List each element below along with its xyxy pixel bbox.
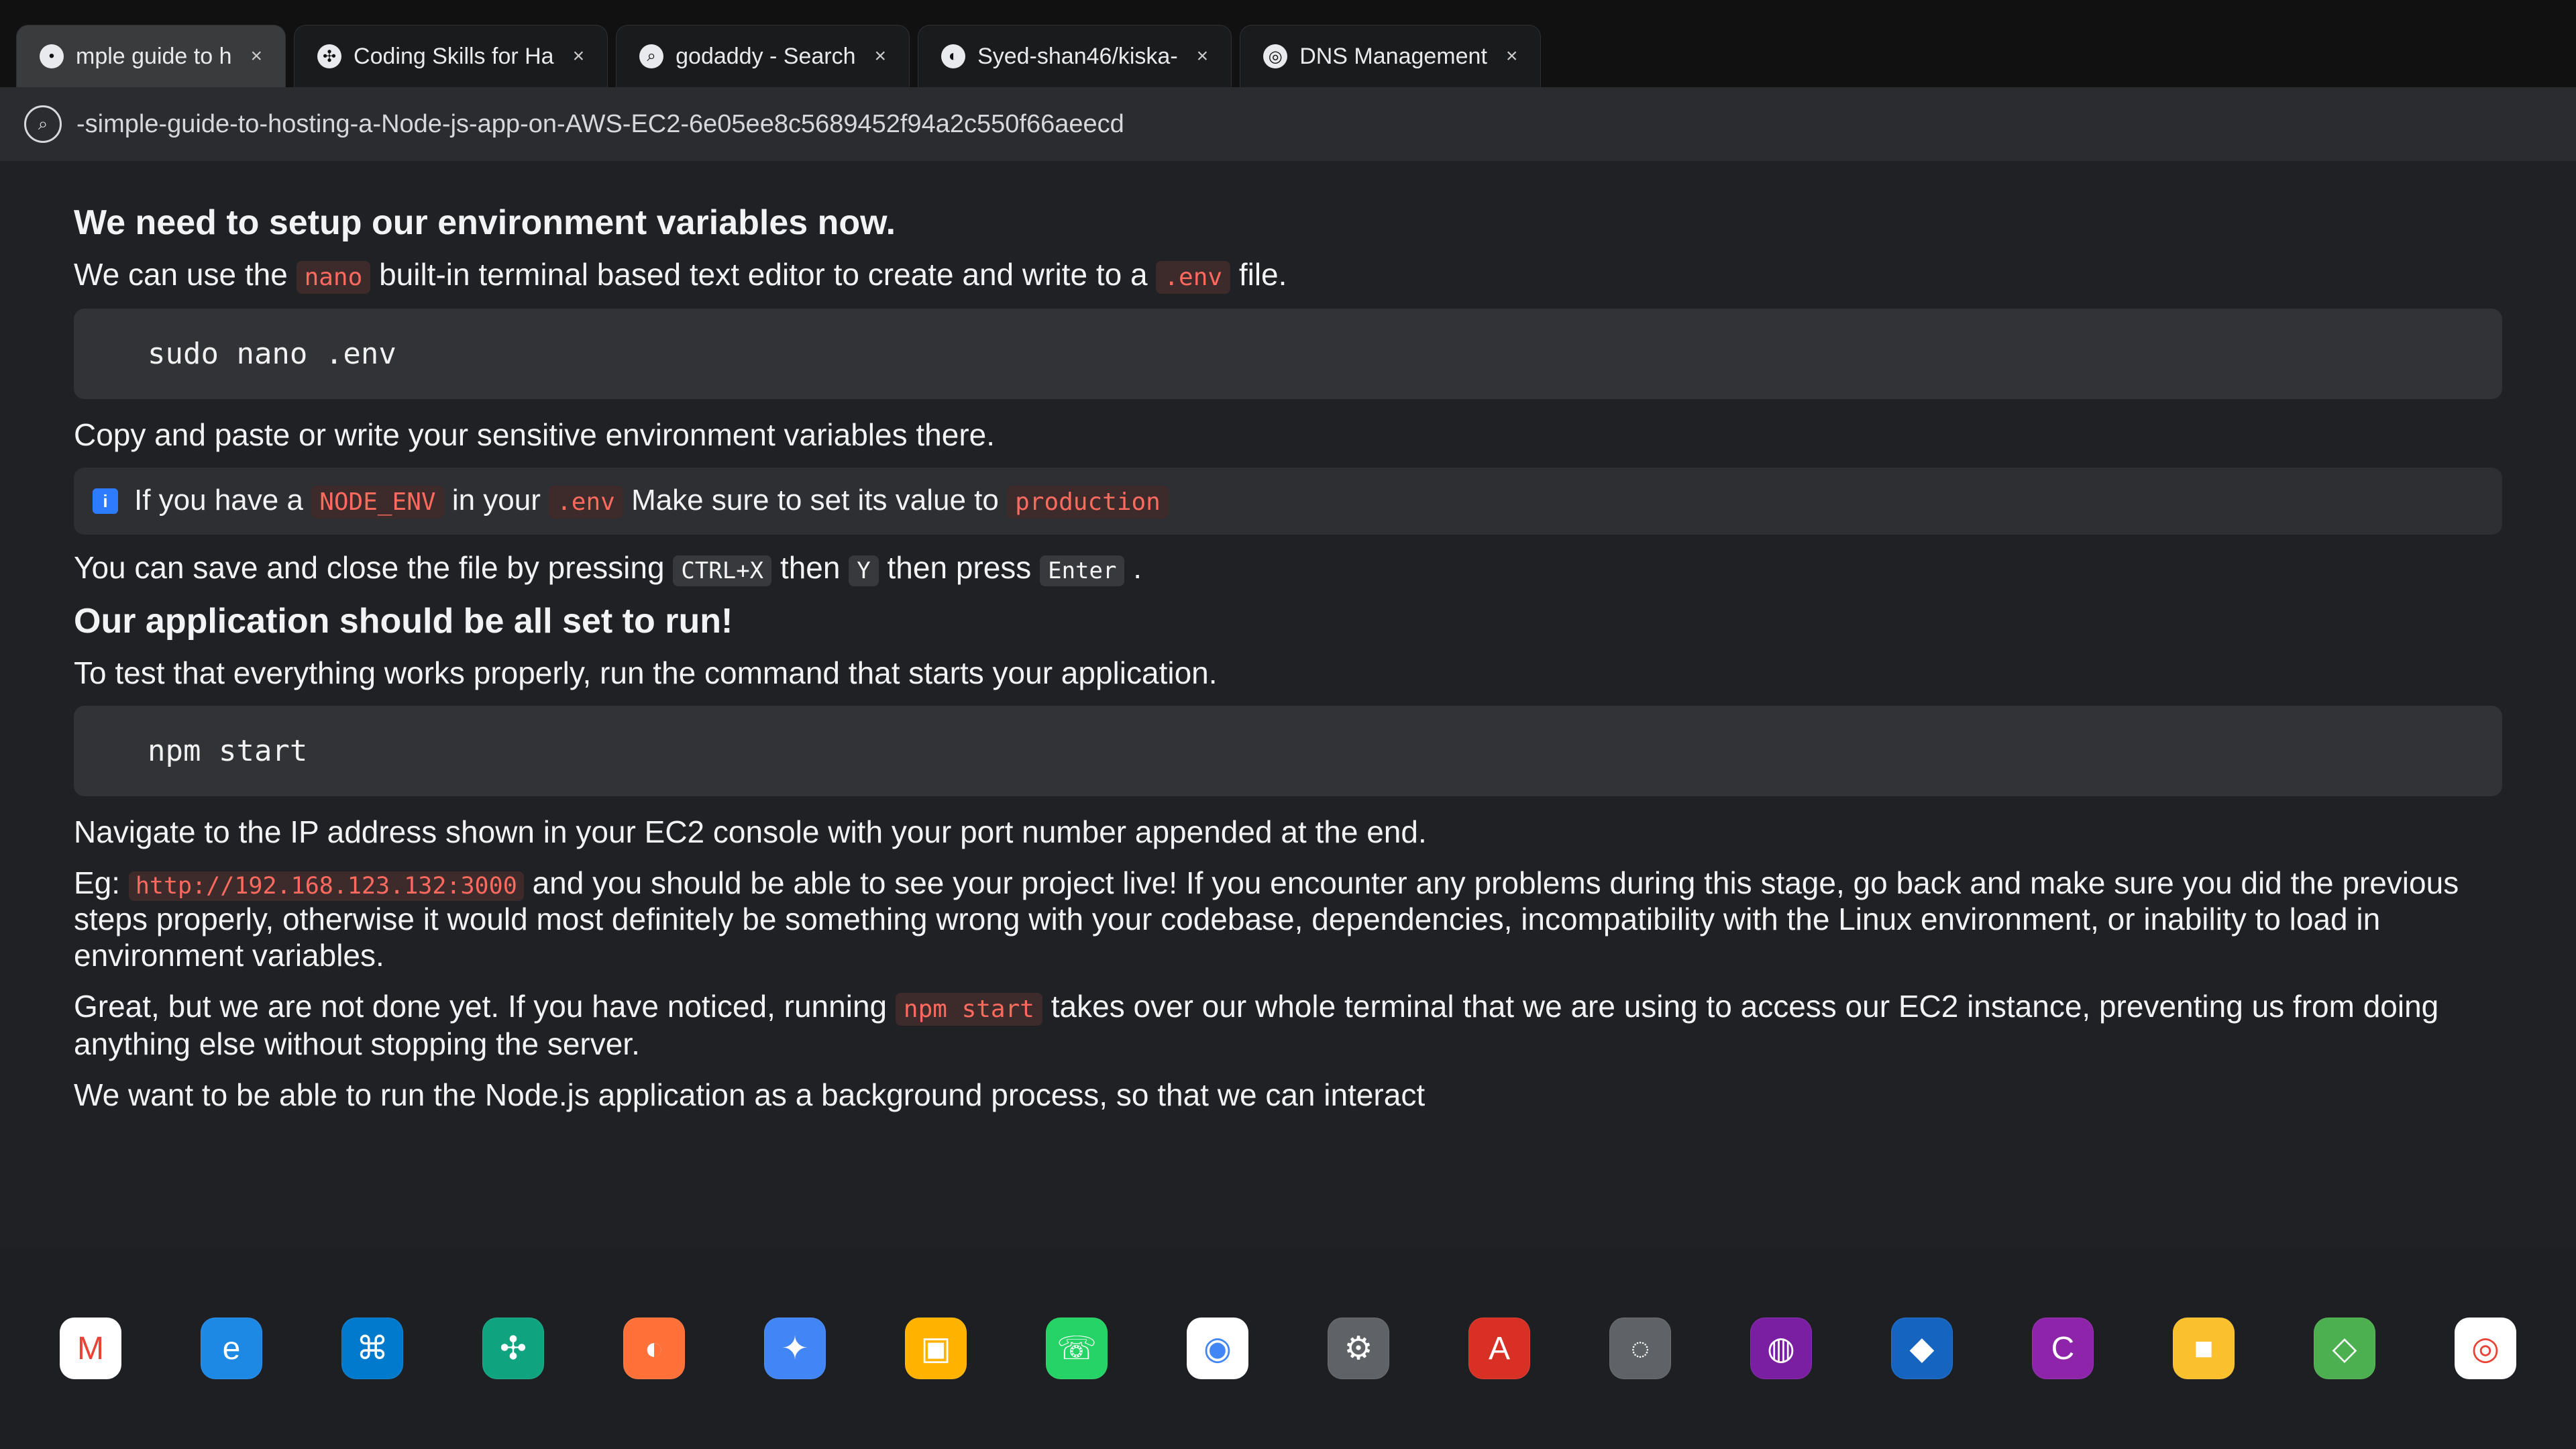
inline-url[interactable]: http://192.168.123.132:3000 xyxy=(128,871,524,901)
inline-code: .env xyxy=(549,486,623,519)
taskbar: M e ⌘ ✣ ◐ ✦ ▣ ☏ ◉ ⚙ A ◌ ◍ ◆ C ■ ◇ ◎ xyxy=(0,1248,2576,1449)
paragraph-text: Make sure to set its value to xyxy=(631,484,999,517)
close-icon[interactable]: × xyxy=(1506,45,1518,68)
chrome-profile-icon[interactable]: ◎ xyxy=(2455,1318,2516,1379)
team-icon[interactable]: ◍ xyxy=(1750,1318,1812,1379)
article-content: We need to setup our environment variabl… xyxy=(0,161,2576,1248)
tab-strip: • mple guide to h × ✣ Coding Skills for … xyxy=(0,0,2576,87)
paragraph: We can use the nano built-in terminal ba… xyxy=(74,256,2502,294)
openai-icon: ✣ xyxy=(317,44,342,68)
paragraph-text: Eg: xyxy=(74,865,121,900)
section-heading: We need to setup our environment variabl… xyxy=(74,203,896,242)
paragraph-text: Great, but we are not done yet. If you h… xyxy=(74,989,888,1024)
tab-label: Coding Skills for Ha xyxy=(354,43,554,69)
address-bar[interactable]: ⌕ -simple-guide-to-hosting-a-Node-js-app… xyxy=(0,87,2576,161)
inline-code: npm start xyxy=(895,993,1042,1026)
callout: i If you have a NODE_ENV in your .env Ma… xyxy=(74,468,2502,535)
canva-icon[interactable]: C xyxy=(2032,1318,2094,1379)
compass-icon[interactable]: ◌ xyxy=(1609,1318,1671,1379)
paragraph: Eg: http://192.168.123.132:3000 and you … xyxy=(74,865,2502,973)
paragraph-text: You can save and close the file by press… xyxy=(74,550,665,585)
paragraph: Great, but we are not done yet. If you h… xyxy=(74,988,2502,1062)
tab-github[interactable]: ◐ Syed-shan46/kiska- × xyxy=(918,25,1232,87)
screen-frame: • mple guide to h × ✣ Coding Skills for … xyxy=(0,0,2576,1449)
paragraph: We want to be able to run the Node.js ap… xyxy=(74,1077,1426,1112)
url-text: -simple-guide-to-hosting-a-Node-js-app-o… xyxy=(76,109,1124,138)
chatgpt-icon[interactable]: ✣ xyxy=(482,1318,544,1379)
close-icon[interactable]: × xyxy=(1197,45,1209,68)
vscode-icon[interactable]: ⌘ xyxy=(341,1318,403,1379)
tab-label: Syed-shan46/kiska- xyxy=(977,43,1178,69)
paragraph-text: We can use the xyxy=(74,257,288,292)
whatsapp-icon[interactable]: ☏ xyxy=(1046,1318,1108,1379)
godaddy-icon: ◎ xyxy=(1263,44,1288,68)
keyboard-key: Enter xyxy=(1040,555,1125,586)
acrobat-icon[interactable]: A xyxy=(1468,1318,1530,1379)
settings-icon[interactable]: ⚙ xyxy=(1328,1318,1389,1379)
keyboard-key: Y xyxy=(849,555,879,586)
paragraph-text: then xyxy=(780,550,841,585)
code-text: sudo nano .env xyxy=(148,337,396,371)
paragraph-text: Navigate to the IP address shown in your… xyxy=(74,814,1427,849)
tab-label: godaddy - Search xyxy=(676,43,856,69)
paragraph: To test that everything works properly, … xyxy=(74,655,1218,690)
code-block: npm start xyxy=(74,706,2502,796)
paragraph-text: . xyxy=(1133,550,1142,585)
paragraph: Copy and paste or write your sensitive e… xyxy=(74,417,996,452)
azure-icon[interactable]: ◆ xyxy=(1891,1318,1953,1379)
inline-code: nano xyxy=(296,261,371,294)
note-icon[interactable]: ■ xyxy=(2173,1318,2235,1379)
chrome-icon[interactable]: ◉ xyxy=(1187,1318,1248,1379)
close-icon[interactable]: × xyxy=(875,45,887,68)
code-block: sudo nano .env xyxy=(74,309,2502,399)
code-text: npm start xyxy=(148,734,308,768)
info-icon: i xyxy=(93,488,118,514)
close-icon[interactable]: × xyxy=(573,45,585,68)
search-icon: ⌕ xyxy=(24,105,62,143)
tab-label: mple guide to h xyxy=(76,43,232,69)
keyboard-key: CTRL+X xyxy=(673,555,772,586)
paragraph: Navigate to the IP address shown in your… xyxy=(74,814,2502,850)
github-icon: ◐ xyxy=(941,44,966,68)
tab-label: DNS Management xyxy=(1299,43,1487,69)
close-icon[interactable]: × xyxy=(251,45,263,68)
paragraph-text: then press xyxy=(887,550,1032,585)
inline-code: production xyxy=(1007,486,1169,519)
inline-code: .env xyxy=(1156,261,1231,294)
tab-dns-management[interactable]: ◎ DNS Management × xyxy=(1240,25,1542,87)
section-heading: Our application should be all set to run… xyxy=(74,602,733,641)
kite-icon[interactable]: ◇ xyxy=(2314,1318,2375,1379)
tab-godaddy-search[interactable]: ⌕ godaddy - Search × xyxy=(616,25,910,87)
paragraph-text: built-in terminal based text editor to c… xyxy=(379,257,1148,292)
firefox-icon[interactable]: ◐ xyxy=(623,1318,685,1379)
tab-coding-skills[interactable]: ✣ Coding Skills for Ha × xyxy=(294,25,608,87)
instruction-line: You can save and close the file by press… xyxy=(74,549,2502,586)
edge-icon[interactable]: e xyxy=(201,1318,262,1379)
page-icon: • xyxy=(40,44,64,68)
paragraph-text: If you have a xyxy=(134,484,303,517)
files-icon[interactable]: ▣ xyxy=(905,1318,967,1379)
inline-code: NODE_ENV xyxy=(311,486,444,519)
paragraph-text: in your xyxy=(451,484,541,517)
search-icon: ⌕ xyxy=(639,44,664,68)
gemini-icon[interactable]: ✦ xyxy=(764,1318,826,1379)
gmail-icon[interactable]: M xyxy=(60,1318,121,1379)
browser-window: • mple guide to h × ✣ Coding Skills for … xyxy=(0,0,2576,1248)
paragraph-text: file. xyxy=(1238,257,1287,292)
callout-text: If you have a NODE_ENV in your .env Make… xyxy=(134,484,1169,519)
tab-guide[interactable]: • mple guide to h × xyxy=(16,25,286,87)
